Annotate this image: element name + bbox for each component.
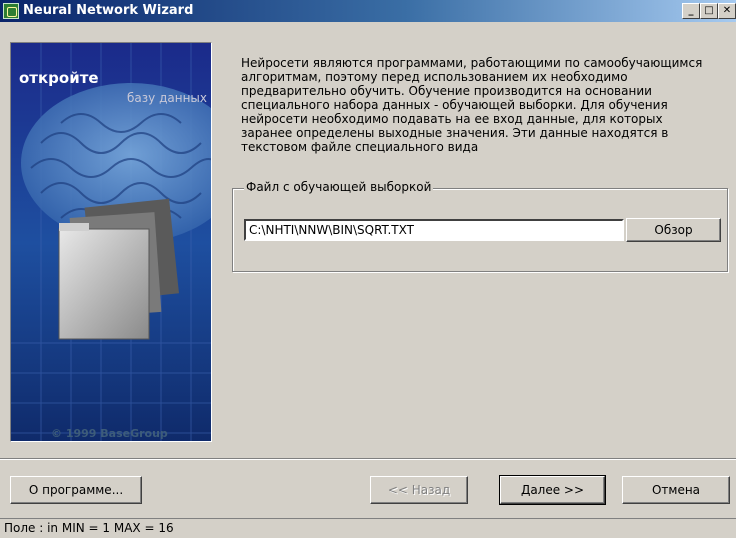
banner-copyright: © 1999 BaseGroup — [51, 427, 168, 440]
minimize-button[interactable]: _ — [682, 3, 700, 19]
training-file-input[interactable]: C:\NHTI\NNW\BIN\SQRT.TXT — [244, 219, 624, 241]
training-file-group-label: Файл с обучающей выборкой — [244, 180, 434, 194]
status-bar: Поле : in MIN = 1 MAX = 16 — [0, 518, 736, 538]
about-button[interactable]: О программе... — [10, 476, 142, 504]
back-button[interactable]: << Назад — [370, 476, 468, 504]
maximize-button[interactable]: □ — [700, 3, 718, 19]
banner-title: откройте — [19, 69, 99, 87]
next-button[interactable]: Далее >> — [499, 475, 606, 505]
wizard-description: Нейросети являются программами, работающ… — [241, 56, 703, 154]
app-icon — [3, 3, 19, 19]
separator-highlight — [0, 459, 736, 460]
title-bar: Neural Network Wizard _ □ ✕ — [0, 0, 736, 22]
browse-button[interactable]: Обзор — [626, 218, 721, 242]
window-title: Neural Network Wizard — [23, 3, 194, 18]
banner-subtitle: базу данных — [127, 91, 207, 105]
wizard-banner: откройте базу данных © 1999 BaseGroup — [10, 42, 212, 442]
cancel-button[interactable]: Отмена — [622, 476, 730, 504]
close-button[interactable]: ✕ — [718, 3, 736, 19]
